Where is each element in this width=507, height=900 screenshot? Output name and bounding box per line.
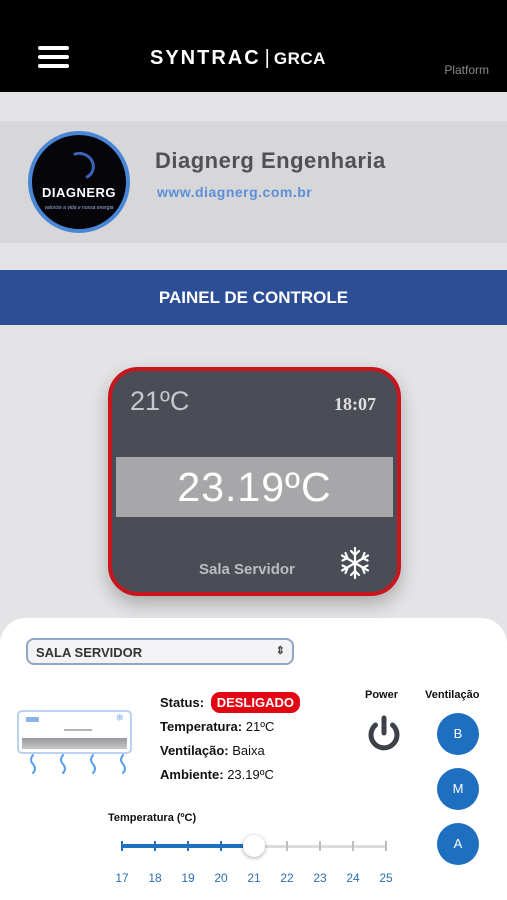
brand-logo: SYNTRAC | GRCA: [150, 47, 326, 70]
ambient-label: Ambiente:: [160, 767, 224, 782]
setpoint-temp: 21ºC: [130, 386, 190, 416]
ventilation-label: Ventilação:: [160, 743, 229, 758]
ventilation-header: Ventilação: [425, 689, 480, 701]
status-info: Status: DESLIGADO Temperatura: 21ºC Vent…: [160, 692, 300, 788]
slider-tick: [154, 841, 156, 851]
room-select-value: SALA SERVIDOR: [36, 645, 143, 660]
logo-text: DIAGNERG: [41, 185, 117, 200]
chevron-updown-icon: ⇕: [275, 645, 285, 657]
panel-title: PAINEL DE CONTROLE: [0, 270, 507, 325]
power-label: Power: [365, 689, 399, 701]
room-name: Sala Servidor: [199, 561, 295, 578]
vent-button-medium[interactable]: M: [437, 768, 479, 810]
slider-tick: [319, 841, 321, 851]
snowflake-icon: [340, 546, 370, 580]
temp-slider-label: Temperatura (ºC): [108, 812, 197, 824]
temperature-slider[interactable]: [121, 835, 387, 857]
top-bar: SYNTRAC | GRCA Platform: [0, 0, 507, 92]
thermostat-display: 21ºC 18:07 23.19ºC Sala Servidor: [108, 367, 401, 596]
brand-separator: |: [264, 47, 270, 69]
room-select[interactable]: SALA SERVIDOR ⇕: [26, 638, 294, 665]
current-temp: 23.19ºC: [116, 457, 393, 517]
slider-scale-label: 20: [214, 871, 228, 885]
slider-tick: [385, 841, 387, 851]
slider-scale: 17 18 19 20 21 22 23 24 25: [115, 871, 392, 885]
vent-button-low[interactable]: B: [437, 713, 479, 755]
control-sheet: SALA SERVIDOR ⇕ ❄ Status: DESLIGADO Temp…: [0, 618, 507, 900]
slider-tick: [121, 841, 123, 851]
air-conditioner-icon: ❄: [17, 710, 135, 774]
clock-time: 18:07: [334, 394, 376, 414]
slider-tick: [220, 841, 222, 851]
company-name: Diagnerg Engenharia: [155, 148, 386, 173]
status-badge: DESLIGADO: [210, 692, 300, 713]
slider-thumb[interactable]: [243, 835, 265, 857]
ventilation-row: Ventilação: Baixa: [160, 740, 300, 764]
power-icon[interactable]: [364, 714, 404, 754]
vent-button-high[interactable]: A: [437, 823, 479, 865]
menu-icon[interactable]: [38, 46, 69, 70]
status-label: Status:: [160, 695, 205, 710]
brand-sub: GRCA: [273, 49, 326, 68]
ventilation-value: Baixa: [232, 743, 265, 758]
company-banner: DIAGNERG valorize a vida e nossa energia…: [0, 121, 507, 243]
status-row: Status: DESLIGADO: [160, 692, 300, 716]
ambient-value: 23.19ºC: [227, 767, 274, 782]
airflow-icon: [30, 754, 126, 774]
company-logo: DIAGNERG valorize a vida e nossa energia: [28, 131, 130, 233]
slider-tick: [187, 841, 189, 851]
slider-scale-label: 17: [115, 871, 129, 885]
temperature-row: Temperatura: 21ºC: [160, 716, 300, 740]
slider-scale-label: 22: [280, 871, 294, 885]
slider-scale-label: 21: [247, 871, 261, 885]
slider-tick: [286, 841, 288, 851]
slider-scale-label: 23: [313, 871, 327, 885]
slider-scale-label: 25: [379, 871, 393, 885]
logo-tagline: valorize a vida e nossa energia: [44, 205, 114, 211]
brand-name: SYNTRAC: [150, 47, 261, 69]
platform-label: Platform: [444, 63, 489, 77]
logo-swirl-icon: [61, 147, 99, 185]
slider-scale-label: 24: [346, 871, 360, 885]
temperature-value: 21ºC: [245, 719, 275, 734]
slider-scale-label: 18: [148, 871, 162, 885]
slider-tick: [352, 841, 354, 851]
slider-scale-label: 19: [181, 871, 195, 885]
ambient-row: Ambiente: 23.19ºC: [160, 764, 300, 788]
company-website-link[interactable]: www.diagnerg.com.br: [157, 184, 312, 200]
temperature-label: Temperatura:: [160, 719, 243, 734]
